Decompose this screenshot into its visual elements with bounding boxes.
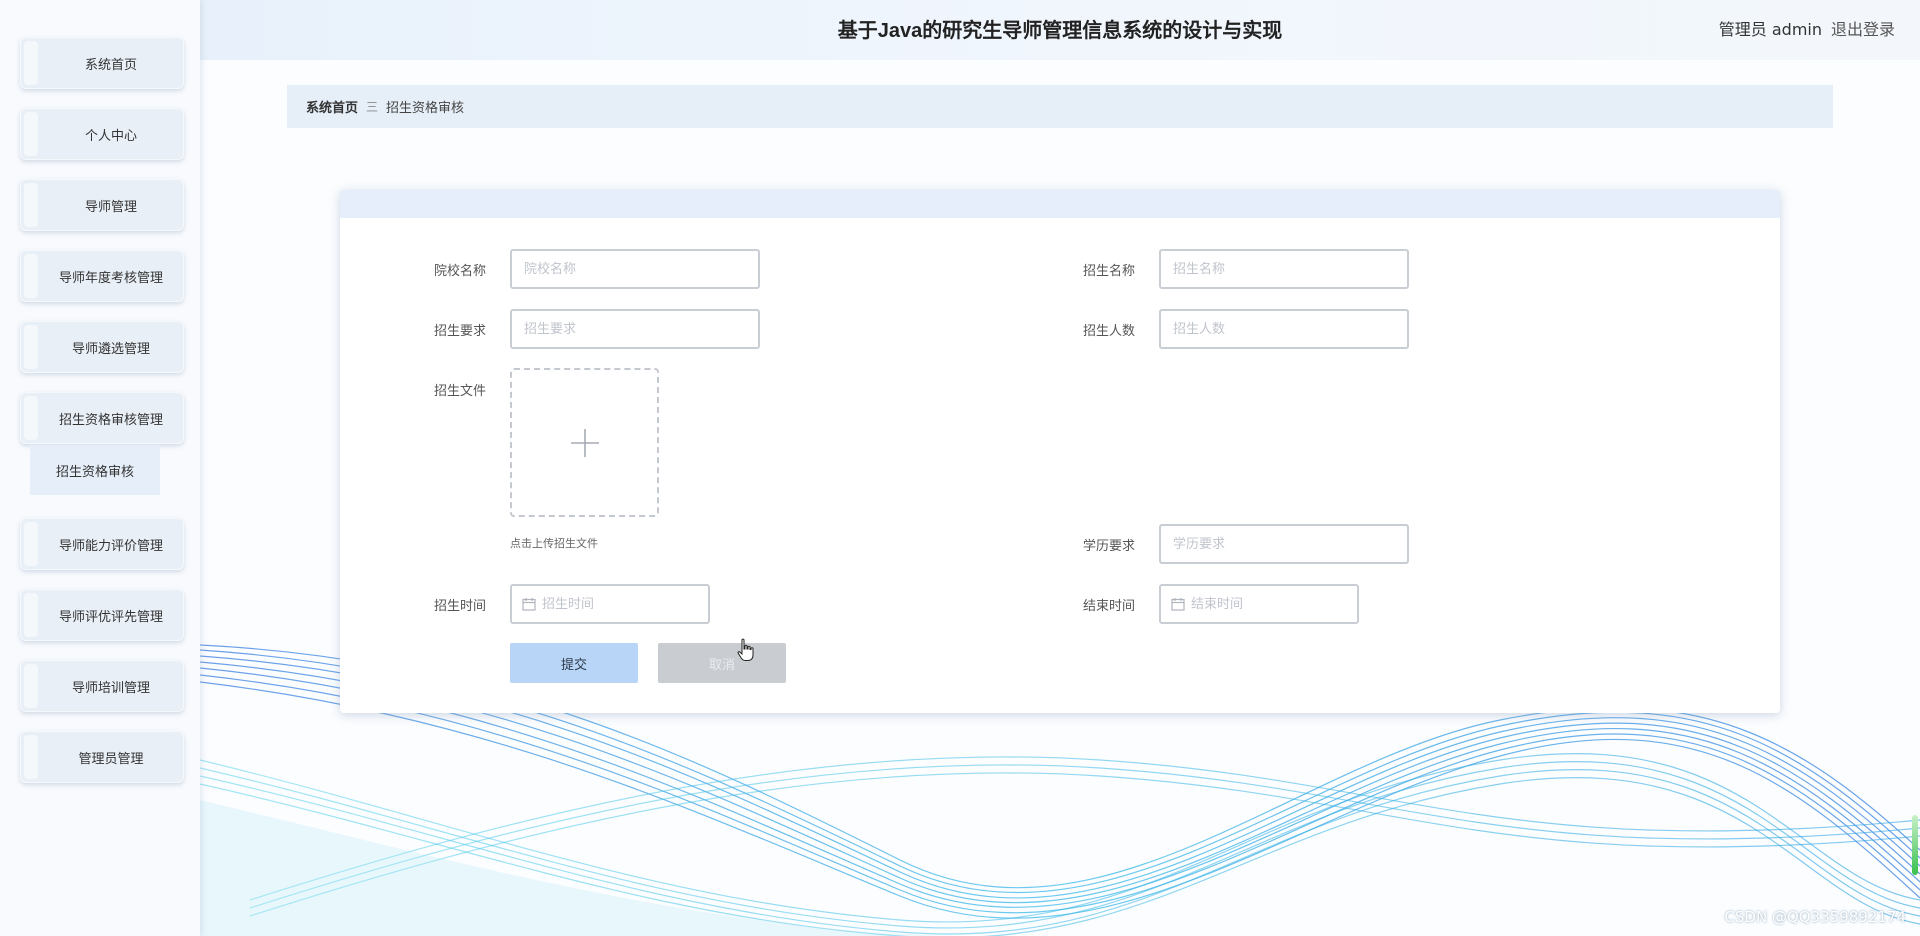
- enroll-count-label: 招生人数: [1083, 324, 1136, 339]
- enroll-requirement-input[interactable]: [510, 309, 760, 349]
- sidebar-item-excellence-evaluation[interactable]: 导师评优评先管理: [20, 589, 184, 641]
- watermark: CSDN @QQ3359892174: [1724, 908, 1906, 926]
- sidebar-item-home[interactable]: 系统首页: [20, 37, 184, 89]
- enroll-count-input[interactable]: [1159, 309, 1409, 349]
- breadcrumb: 系统首页 三 招生资格审核: [287, 85, 1833, 128]
- enroll-name-input[interactable]: [1159, 249, 1409, 289]
- card-header: [340, 190, 1780, 218]
- education-requirement-input[interactable]: [1159, 524, 1409, 564]
- calendar-icon: [1171, 598, 1185, 611]
- sidebar-item-label: 导师能力评价管理: [58, 538, 163, 554]
- school-name-input[interactable]: [510, 249, 760, 289]
- enroll-file-label: 招生文件: [434, 384, 487, 399]
- sidebar-subitem-enrollment-review[interactable]: 招生资格审核: [30, 445, 160, 495]
- end-time-label: 结束时间: [1083, 599, 1136, 614]
- sidebar-item-label: 导师遴选管理: [71, 341, 150, 357]
- top-header: [200, 0, 1920, 60]
- sidebar-item-label: 系统首页: [84, 57, 137, 73]
- sidebar: 系统首页 个人中心 导师管理 导师年度考核管理 导师遴选管理 招生资格审核管理 …: [0, 0, 200, 936]
- submit-button[interactable]: 提交: [510, 643, 638, 683]
- sidebar-item-label: 导师管理: [84, 199, 137, 215]
- sidebar-item-label: 导师评优评先管理: [58, 609, 163, 625]
- sidebar-item-profile[interactable]: 个人中心: [20, 108, 184, 160]
- breadcrumb-current: 招生资格审核: [386, 101, 465, 116]
- sidebar-item-label: 管理员管理: [78, 751, 144, 767]
- breadcrumb-separator: 三: [366, 100, 379, 114]
- upload-hint: 点击上传招生文件: [510, 537, 598, 550]
- start-time-label: 招生时间: [434, 599, 487, 614]
- current-user: 管理员 admin: [1718, 20, 1822, 39]
- plus-icon: [571, 429, 599, 457]
- logout-link[interactable]: 退出登录: [1831, 0, 1895, 60]
- sidebar-item-admin-management[interactable]: 管理员管理: [20, 731, 184, 783]
- sidebar-item-annual-assessment[interactable]: 导师年度考核管理: [20, 250, 184, 302]
- start-time-picker[interactable]: [510, 584, 710, 624]
- school-name-label: 院校名称: [434, 264, 487, 279]
- hand-pointer-icon: [737, 638, 754, 661]
- enroll-requirement-label: 招生要求: [434, 324, 487, 339]
- breadcrumb-home[interactable]: 系统首页: [306, 97, 358, 116]
- sidebar-item-enrollment-qualification[interactable]: 招生资格审核管理: [20, 392, 184, 444]
- education-requirement-label: 学历要求: [1083, 539, 1136, 554]
- sidebar-item-label: 导师年度考核管理: [58, 270, 163, 286]
- file-upload-box[interactable]: [510, 368, 659, 517]
- app-page: 系统首页 个人中心 导师管理 导师年度考核管理 导师遴选管理 招生资格审核管理 …: [0, 0, 1920, 936]
- sidebar-item-advisor-selection[interactable]: 导师遴选管理: [20, 321, 184, 373]
- cancel-button[interactable]: 取消: [658, 643, 786, 683]
- sidebar-item-ability-evaluation[interactable]: 导师能力评价管理: [20, 518, 184, 570]
- enrollment-form-card: 院校名称 招生名称 招生要求 招生人数 招生文件 点击上传招生文件 学历要求 招…: [340, 190, 1780, 713]
- calendar-icon: [522, 598, 536, 611]
- scroll-indicator: [1912, 815, 1918, 875]
- sidebar-subitem-label: 招生资格审核: [55, 464, 134, 480]
- sidebar-item-label: 招生资格审核管理: [58, 412, 163, 428]
- sidebar-item-training[interactable]: 导师培训管理: [20, 660, 184, 712]
- sidebar-item-label: 导师培训管理: [71, 680, 150, 696]
- sidebar-item-advisor-management[interactable]: 导师管理: [20, 179, 184, 231]
- sidebar-item-label: 个人中心: [84, 128, 137, 144]
- enroll-name-label: 招生名称: [1083, 264, 1136, 279]
- end-time-picker[interactable]: [1159, 584, 1359, 624]
